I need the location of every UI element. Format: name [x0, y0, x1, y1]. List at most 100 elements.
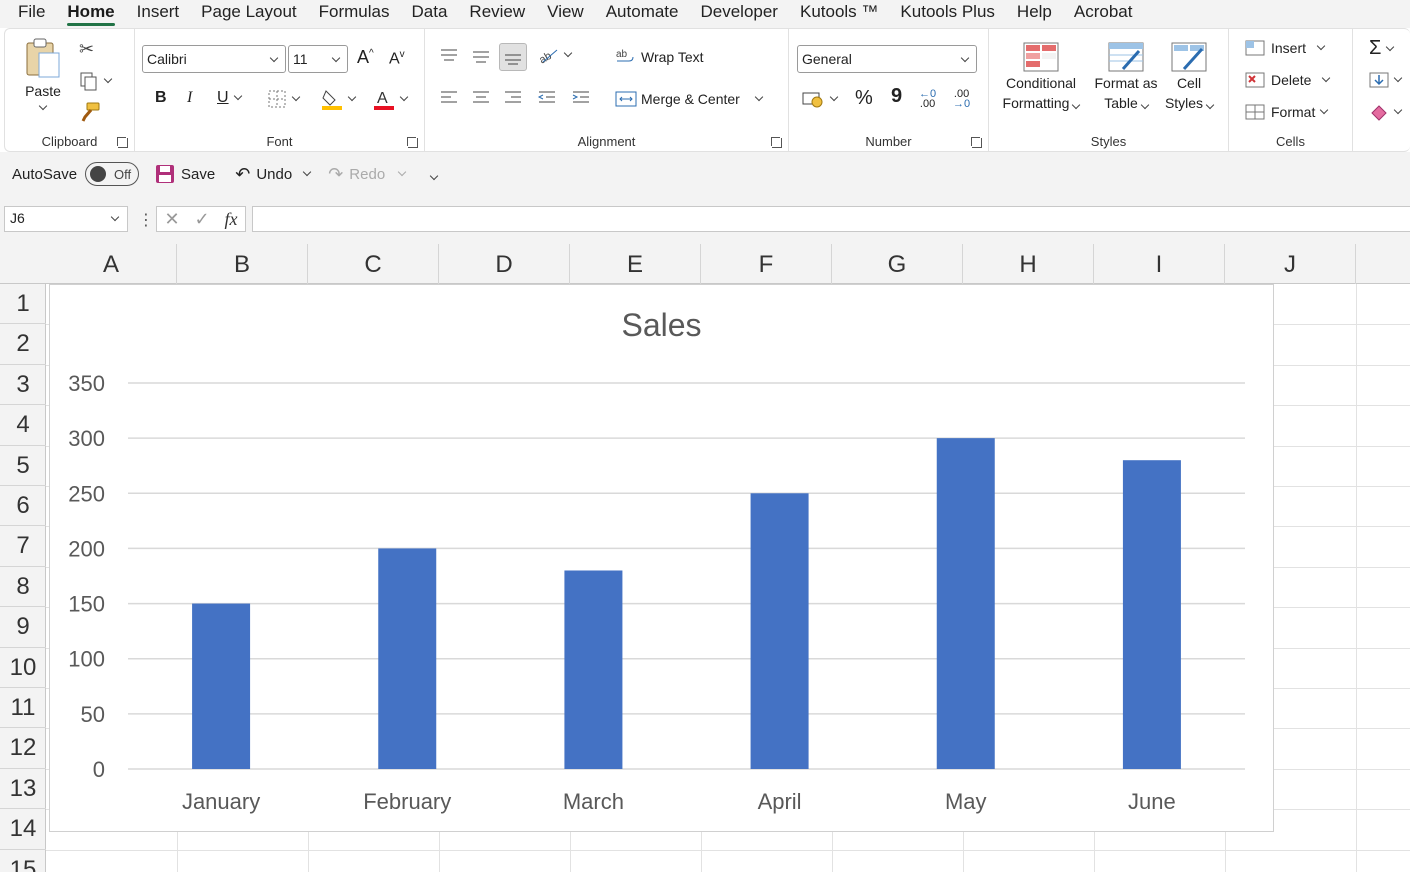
- increase-decimal-button[interactable]: ←0.00: [919, 89, 936, 110]
- conditional-formatting-button[interactable]: Conditional Formatting: [997, 41, 1085, 113]
- copy-button[interactable]: [79, 71, 113, 91]
- bold-button[interactable]: B: [155, 89, 167, 107]
- menu-tab-review[interactable]: Review: [458, 0, 536, 28]
- column-header-b[interactable]: B: [177, 244, 308, 284]
- row-header-3[interactable]: 3: [0, 365, 46, 406]
- wrap-text-button[interactable]: ab Wrap Text: [615, 47, 704, 67]
- menu-tab-page-layout[interactable]: Page Layout: [190, 0, 307, 28]
- redo-button[interactable]: ↷ Redo: [328, 164, 407, 185]
- menu-tab-home[interactable]: Home: [56, 0, 125, 28]
- column-header-g[interactable]: G: [832, 244, 963, 284]
- clipboard-launcher-icon[interactable]: [117, 137, 128, 148]
- middle-align-button[interactable]: [471, 47, 491, 65]
- format-as-table-button[interactable]: Format as Table: [1091, 41, 1161, 113]
- fill-color-button[interactable]: [321, 87, 357, 111]
- row-header-6[interactable]: 6: [0, 486, 46, 527]
- bar-january[interactable]: [192, 603, 251, 769]
- column-header-a[interactable]: A: [46, 244, 177, 284]
- autosum-button[interactable]: Σ: [1369, 37, 1395, 60]
- accounting-format-button[interactable]: [801, 89, 839, 109]
- cell-styles-button[interactable]: Cell Styles: [1161, 41, 1217, 113]
- autosave-toggle[interactable]: Off: [85, 162, 140, 186]
- bar-february[interactable]: [378, 548, 437, 769]
- menu-tab-developer[interactable]: Developer: [689, 0, 789, 28]
- orientation-button[interactable]: ab: [537, 45, 573, 65]
- name-box[interactable]: J6: [4, 206, 128, 232]
- insert-cells-button[interactable]: Insert: [1245, 39, 1326, 57]
- font-launcher-icon[interactable]: [407, 137, 418, 148]
- decrease-decimal-button[interactable]: .00 →0: [953, 89, 970, 110]
- column-header-h[interactable]: H: [963, 244, 1094, 284]
- underline-button[interactable]: U: [217, 89, 242, 107]
- row-header-12[interactable]: 12: [0, 728, 46, 769]
- align-center-button[interactable]: [471, 89, 491, 107]
- shrink-font-button[interactable]: Av: [389, 49, 405, 68]
- column-header-i[interactable]: I: [1094, 244, 1225, 284]
- cancel-icon[interactable]: ✕: [164, 209, 179, 230]
- enter-icon[interactable]: ✓: [195, 209, 210, 230]
- grow-font-button[interactable]: A^: [357, 47, 374, 68]
- borders-button[interactable]: [267, 89, 301, 109]
- font-color-button[interactable]: A: [373, 87, 409, 111]
- insert-function-button[interactable]: fx: [225, 209, 238, 230]
- formula-input[interactable]: [252, 206, 1410, 232]
- menu-tab-kutools[interactable]: Kutools ™: [789, 0, 889, 28]
- italic-button[interactable]: I: [187, 89, 192, 107]
- row-header-1[interactable]: 1: [0, 284, 46, 325]
- row-header-2[interactable]: 2: [0, 324, 46, 365]
- menu-tab-formulas[interactable]: Formulas: [308, 0, 401, 28]
- align-right-button[interactable]: [503, 89, 523, 107]
- merge-center-button[interactable]: Merge & Center: [615, 89, 764, 109]
- number-launcher-icon[interactable]: [971, 137, 982, 148]
- clear-button[interactable]: [1369, 103, 1403, 121]
- row-header-15[interactable]: 15: [0, 850, 46, 872]
- bottom-align-button[interactable]: [499, 43, 527, 71]
- cut-button[interactable]: ✂: [79, 39, 94, 60]
- percent-button[interactable]: %: [855, 87, 873, 110]
- align-left-button[interactable]: [439, 89, 459, 107]
- row-header-10[interactable]: 10: [0, 648, 46, 688]
- menu-tab-data[interactable]: Data: [401, 0, 459, 28]
- row-header-8[interactable]: 8: [0, 567, 46, 608]
- comma-style-button[interactable]: 9: [891, 85, 902, 108]
- chart[interactable]: Sales 0 50 100 150 200 250 300 350 January Februa…: [49, 284, 1274, 832]
- format-cells-button[interactable]: Format: [1245, 103, 1329, 121]
- row-header-7[interactable]: 7: [0, 526, 46, 567]
- decrease-indent-button[interactable]: [537, 89, 557, 107]
- undo-button[interactable]: ↶ Undo: [235, 164, 312, 185]
- row-header-4[interactable]: 4: [0, 405, 46, 446]
- font-size-select[interactable]: 11: [288, 45, 348, 73]
- font-name-select[interactable]: Calibri: [142, 45, 286, 73]
- bar-may[interactable]: [936, 438, 995, 769]
- paste-button[interactable]: Paste: [23, 37, 63, 111]
- menu-tab-insert[interactable]: Insert: [126, 0, 191, 28]
- menu-tab-kutools-plus[interactable]: Kutools Plus: [889, 0, 1006, 28]
- column-header-f[interactable]: F: [701, 244, 832, 284]
- fill-button[interactable]: [1369, 71, 1403, 89]
- menu-tab-file[interactable]: File: [0, 0, 56, 28]
- column-header-j[interactable]: J: [1225, 244, 1356, 284]
- bar-march[interactable]: [564, 570, 623, 769]
- more-options-icon[interactable]: ⋮: [138, 210, 154, 230]
- column-header-d[interactable]: D: [439, 244, 570, 284]
- row-header-13[interactable]: 13: [0, 769, 46, 810]
- menu-tab-view[interactable]: View: [536, 0, 595, 28]
- menu-tab-help[interactable]: Help: [1006, 0, 1063, 28]
- row-header-9[interactable]: 9: [0, 607, 46, 648]
- delete-cells-button[interactable]: Delete: [1245, 71, 1331, 89]
- save-button[interactable]: Save: [155, 164, 215, 184]
- row-header-14[interactable]: 14: [0, 809, 46, 850]
- format-painter-button[interactable]: [79, 101, 101, 123]
- number-format-select[interactable]: General: [797, 45, 977, 73]
- customize-qat-icon[interactable]: [425, 166, 439, 183]
- menu-tab-automate[interactable]: Automate: [595, 0, 690, 28]
- bar-april[interactable]: [750, 493, 809, 769]
- bar-june[interactable]: [1122, 460, 1181, 769]
- alignment-launcher-icon[interactable]: [771, 137, 782, 148]
- increase-indent-button[interactable]: [571, 89, 591, 107]
- menu-tab-acrobat[interactable]: Acrobat: [1063, 0, 1144, 28]
- top-align-button[interactable]: [439, 47, 459, 65]
- column-header-c[interactable]: C: [308, 244, 439, 284]
- column-header-e[interactable]: E: [570, 244, 701, 284]
- row-header-5[interactable]: 5: [0, 446, 46, 486]
